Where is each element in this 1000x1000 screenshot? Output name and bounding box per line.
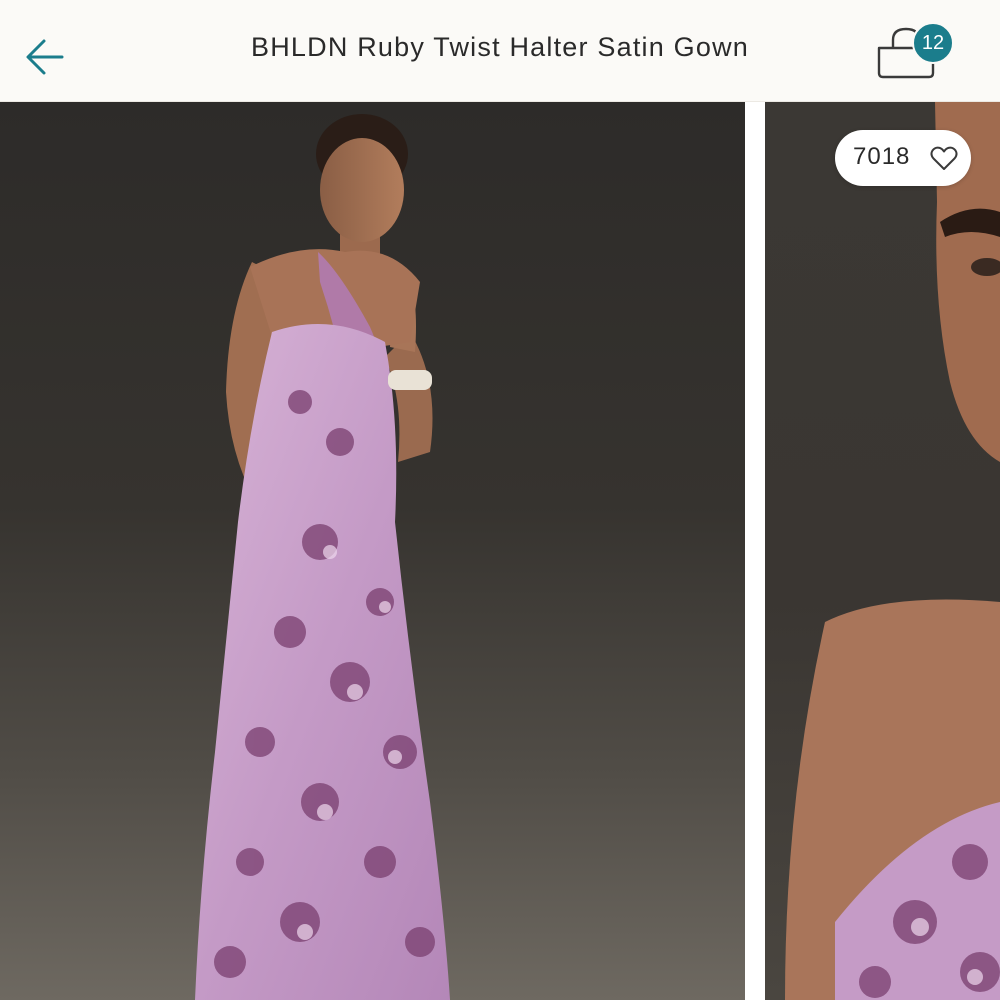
product-image-main[interactable] xyxy=(0,102,745,1000)
cart-count-badge: 12 xyxy=(912,22,954,64)
product-detail-screen: BHLDN Ruby Twist Halter Satin Gown 12 70… xyxy=(0,0,1000,1000)
arrow-left-icon xyxy=(26,39,64,75)
model-illustration xyxy=(195,114,450,1000)
heart-outline-icon xyxy=(930,146,958,170)
favorite-button[interactable]: 7018 xyxy=(835,130,971,186)
model-closeup-illustration xyxy=(785,102,1000,1000)
back-button[interactable] xyxy=(22,32,72,82)
page-title: BHLDN Ruby Twist Halter Satin Gown xyxy=(251,32,749,62)
cart-button[interactable]: 12 xyxy=(874,20,960,82)
top-nav-bar: BHLDN Ruby Twist Halter Satin Gown 12 xyxy=(0,0,1000,102)
favorite-count: 7018 xyxy=(853,143,911,170)
product-image-gallery[interactable]: 7018 xyxy=(0,102,1000,1000)
product-image-secondary[interactable] xyxy=(765,102,1000,1000)
